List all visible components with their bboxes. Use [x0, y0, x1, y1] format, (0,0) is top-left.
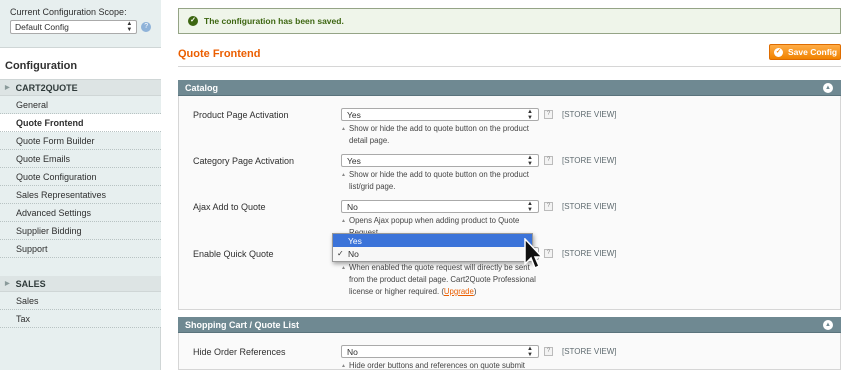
title-divider: [178, 66, 841, 67]
setting-label: Ajax Add to Quote: [193, 202, 266, 212]
main-content: ✓ The configuration has been saved. Quot…: [178, 0, 847, 370]
note-arrow-icon: ▲: [341, 218, 346, 224]
select-ajax-add-to-quote[interactable]: No ▲ ▼: [341, 200, 539, 213]
nav-item-sales-representatives[interactable]: Sales Representatives: [0, 186, 161, 204]
setting-note: ▲ When enabled the quote request will di…: [341, 262, 551, 298]
option-label: Yes: [348, 235, 362, 246]
help-icon[interactable]: ?: [544, 110, 553, 119]
help-icon[interactable]: ?: [544, 347, 553, 356]
nav-group-cart2quote[interactable]: ▶ CART2QUOTE: [0, 80, 161, 96]
nav-item-quote-emails[interactable]: Quote Emails: [0, 150, 161, 168]
note-arrow-icon: ▲: [341, 172, 346, 178]
setting-label: Enable Quick Quote: [193, 249, 274, 259]
scope-select[interactable]: Default Config ▲ ▼: [10, 20, 138, 34]
note-arrow-icon: ▲: [341, 265, 346, 271]
config-nav: ▶ CART2QUOTE General Quote Frontend Quot…: [0, 80, 161, 328]
setting-note: ▲ Show or hide the add to quote button o…: [341, 123, 551, 147]
select-hide-order-references[interactable]: No ▲ ▼: [341, 345, 539, 358]
select-category-page-activation[interactable]: Yes ▲ ▼: [341, 154, 539, 167]
setting-note: ▲ Hide order buttons and references on q…: [341, 360, 551, 370]
nav-group-label: CART2QUOTE: [15, 82, 78, 93]
note-line: Hide order buttons and references on quo…: [349, 361, 525, 370]
save-check-icon: ✓: [774, 47, 783, 57]
setting-label: Category Page Activation: [193, 156, 295, 166]
note-line: Opens Ajax popup when adding product to …: [349, 216, 520, 225]
setting-label: Product Page Activation: [193, 110, 289, 120]
note-line: detail page.: [349, 136, 390, 145]
scope-select-value: Default Config: [15, 22, 69, 32]
select-value: Yes: [347, 109, 361, 120]
help-icon[interactable]: ?: [141, 22, 151, 32]
dropdown-option-no[interactable]: ✓ No: [333, 247, 532, 260]
select-arrows-icon: ▲▼: [527, 154, 533, 167]
help-icon[interactable]: ?: [544, 156, 553, 165]
upgrade-link[interactable]: Upgrade: [444, 287, 474, 296]
nav-item-tax[interactable]: Tax: [0, 310, 161, 328]
save-config-label: Save Config: [788, 47, 838, 57]
page-title: Quote Frontend: [178, 48, 261, 60]
nav-item-supplier-bidding[interactable]: Supplier Bidding: [0, 222, 161, 240]
nav-item-general[interactable]: General: [0, 96, 161, 114]
scope-tag: [STORE VIEW]: [562, 110, 617, 119]
note-arrow-icon: ▲: [341, 363, 346, 369]
nav-item-advanced-settings[interactable]: Advanced Settings: [0, 204, 161, 222]
select-arrows-icon: ▲▼: [126, 21, 133, 33]
help-icon[interactable]: ?: [544, 249, 553, 258]
note-text-end: ): [473, 287, 477, 296]
select-product-page-activation[interactable]: Yes ▲ ▼: [341, 108, 539, 121]
scope-tag: [STORE VIEW]: [562, 249, 617, 258]
scope-tag: [STORE VIEW]: [562, 202, 617, 211]
setting-note: ▲ Show or hide the add to quote button o…: [341, 169, 551, 193]
note-line: Show or hide the add to quote button on …: [349, 124, 529, 133]
select-value: No: [347, 346, 358, 357]
dropdown-menu: Yes ✓ No: [332, 233, 533, 262]
collapse-icon[interactable]: ▲: [823, 320, 833, 330]
select-value: No: [347, 201, 358, 212]
sidebar-title: Configuration: [0, 48, 161, 80]
checkmark-icon: ✓: [188, 16, 198, 26]
select-value: Yes: [347, 155, 361, 166]
help-icon[interactable]: ?: [544, 202, 553, 211]
expand-arrow-icon: ▶: [5, 85, 10, 91]
scope-tag: [STORE VIEW]: [562, 347, 617, 356]
scope-tag: [STORE VIEW]: [562, 156, 617, 165]
nav-group-sales[interactable]: ▶ SALES: [0, 276, 161, 292]
nav-spacer: [0, 258, 161, 276]
note-line: list/grid page.: [349, 182, 396, 191]
scope-switcher: Current Configuration Scope: Default Con…: [0, 0, 161, 48]
success-message: ✓ The configuration has been saved.: [178, 8, 841, 34]
nav-item-sales[interactable]: Sales: [0, 292, 161, 310]
nav-group-label: SALES: [15, 278, 46, 289]
collapse-icon[interactable]: ▲: [823, 83, 833, 93]
success-text: The configuration has been saved.: [204, 16, 344, 26]
note-text: license or higher required. (: [349, 287, 444, 296]
nav-item-quote-frontend[interactable]: Quote Frontend: [0, 114, 161, 132]
nav-item-quote-form-builder[interactable]: Quote Form Builder: [0, 132, 161, 150]
dropdown-option-yes[interactable]: Yes: [333, 234, 532, 247]
option-label: No: [348, 248, 359, 259]
nav-item-quote-configuration[interactable]: Quote Configuration: [0, 168, 161, 186]
expand-arrow-icon: ▶: [5, 281, 10, 287]
section-title: Shopping Cart / Quote List: [185, 320, 299, 330]
select-arrows-icon: ▲▼: [527, 108, 533, 121]
note-line: When enabled the quote request will dire…: [349, 263, 530, 272]
section-header-shopping-cart[interactable]: Shopping Cart / Quote List ▲: [178, 317, 841, 333]
note-arrow-icon: ▲: [341, 126, 346, 132]
note-line: Show or hide the add to quote button on …: [349, 170, 529, 179]
setting-label: Hide Order References: [193, 347, 286, 357]
select-arrows-icon: ▲▼: [527, 200, 533, 213]
nav-item-support[interactable]: Support: [0, 240, 161, 258]
sidebar: Current Configuration Scope: Default Con…: [0, 0, 161, 370]
section-title: Catalog: [185, 83, 219, 93]
save-config-button[interactable]: ✓ Save Config: [769, 44, 841, 60]
section-header-catalog[interactable]: Catalog ▲: [178, 80, 841, 96]
note-line: license or higher required. (Upgrade): [349, 286, 551, 298]
select-arrows-icon: ▲▼: [527, 345, 533, 358]
note-line: from the product detail page. Cart2Quote…: [349, 275, 536, 284]
scope-label: Current Configuration Scope:: [10, 7, 127, 17]
checkmark-icon: ✓: [337, 249, 344, 258]
mouse-cursor-icon: [524, 238, 543, 270]
